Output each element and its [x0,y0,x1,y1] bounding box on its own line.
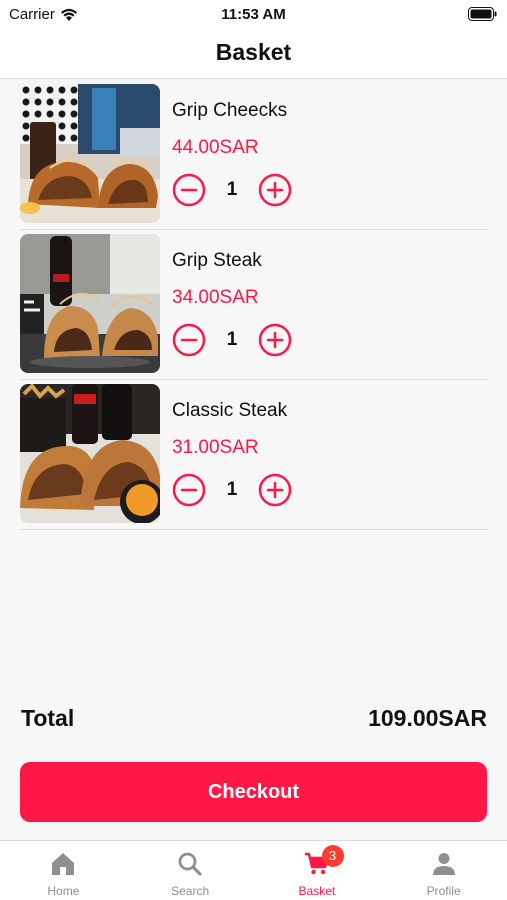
basket-item: Classic Steak 31.00SAR 1 [20,380,488,530]
quantity-value: 1 [226,479,238,500]
product-name: Grip Cheecks [172,100,288,121]
quantity-value: 1 [226,329,238,350]
tab-label: Profile [426,884,461,898]
checkout-button[interactable]: Checkout [20,762,487,822]
total-row: Total 109.00SAR [21,705,487,735]
quantity-stepper: 1 [172,322,292,358]
product-name: Grip Steak [172,250,262,271]
quantity-value: 1 [226,179,238,200]
decrease-quantity-button[interactable] [172,173,206,207]
product-price: 31.00SAR [172,437,259,458]
quantity-stepper: 1 [172,172,292,208]
basket-item: Grip Cheecks 44.00SAR 1 [20,80,488,230]
person-icon [431,851,457,877]
product-name: Classic Steak [172,400,288,421]
minus-circle-icon [172,473,206,507]
battery-icon [468,7,497,21]
navigation-bar: Basket [0,30,507,79]
tab-label: Basket [298,884,336,898]
product-image [20,234,160,373]
tab-search[interactable]: Search [127,841,254,900]
status-time: 11:53 AM [221,6,286,23]
minus-circle-icon [172,173,206,207]
plus-circle-icon [258,173,292,207]
decrease-quantity-button[interactable] [172,473,206,507]
tab-home[interactable]: Home [0,841,127,900]
product-image [20,84,160,223]
product-price: 44.00SAR [172,137,259,158]
tab-label: Search [171,884,210,898]
total-value: 109.00SAR [368,705,487,731]
page-title: Basket [215,39,292,65]
plus-circle-icon [258,323,292,357]
product-price: 34.00SAR [172,287,259,308]
product-image [20,384,160,523]
basket-item: Grip Steak 34.00SAR 1 [20,230,488,380]
increase-quantity-button[interactable] [258,173,292,207]
tab-profile[interactable]: Profile [380,841,507,900]
quantity-stepper: 1 [172,472,292,508]
tab-label: Home [47,884,80,898]
plus-circle-icon [258,473,292,507]
cart-count-badge: 3 [321,845,344,867]
status-bar: Carrier 11:53 AM [0,0,507,30]
basket-list: Grip Cheecks 44.00SAR 1 Grip Steak 34.00… [20,80,488,530]
search-icon [177,851,203,877]
tab-basket[interactable]: 3 Basket [254,841,381,900]
total-label: Total [21,705,75,731]
increase-quantity-button[interactable] [258,473,292,507]
home-icon [50,851,76,877]
increase-quantity-button[interactable] [258,323,292,357]
tab-bar: Home Search 3 Basket Profile [0,840,507,900]
decrease-quantity-button[interactable] [172,323,206,357]
minus-circle-icon [172,323,206,357]
